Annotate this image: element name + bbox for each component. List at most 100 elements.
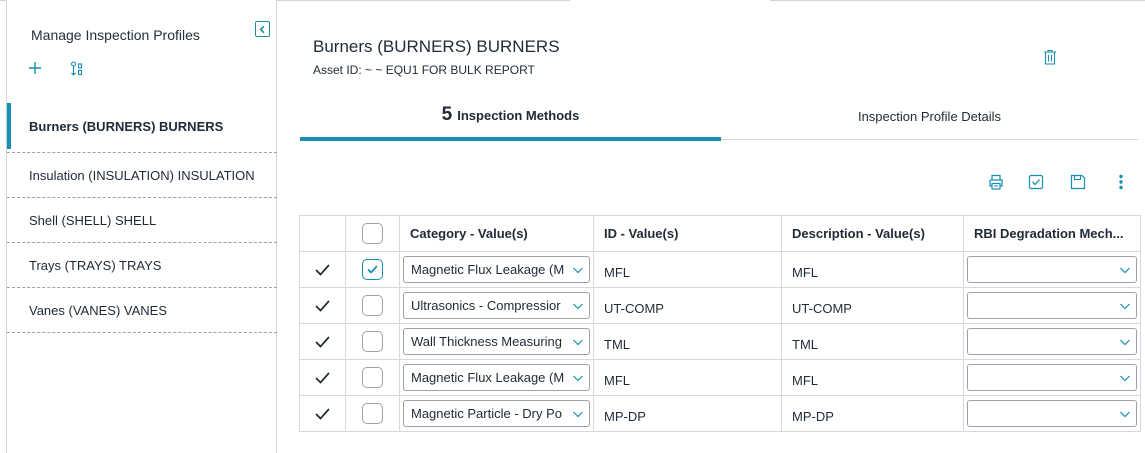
category-cell: Magnetic Particle - Dry Po [399,395,594,432]
profile-item-label: Insulation (INSULATION) INSULATION [29,167,255,183]
description-cell: TML [781,323,964,360]
id-cell: UT-COMP [593,287,782,324]
rbi-select[interactable] [967,364,1137,391]
category-select[interactable]: Ultrasonics - Compressior [403,292,590,319]
category-value: Wall Thickness Measuring [411,334,562,349]
category-cell: Wall Thickness Measuring [399,323,594,360]
tab-label: Inspection Methods [457,107,580,123]
category-cell: Ultrasonics - Compressior [399,287,594,324]
column-header-category[interactable]: Category - Value(s) [399,215,594,252]
profile-item-trays[interactable]: Trays (TRAYS) TRAYS [7,243,277,288]
rbi-cell [963,359,1141,396]
rbi-cell [963,287,1141,324]
description-cell: MP-DP [781,395,964,432]
chevron-down-icon [1120,303,1130,310]
status-cell [299,395,346,432]
tab-count: 5 [441,104,453,125]
top-divider [770,0,1145,1]
row-checkbox[interactable] [362,295,383,316]
checkmark-icon [315,300,330,312]
status-cell [299,359,346,396]
table-row: Magnetic Flux Leakage (M MFL MFL [299,251,1141,288]
checkmark-icon [315,372,330,384]
sort-icon[interactable] [70,61,84,77]
column-header-id[interactable]: ID - Value(s) [593,215,782,252]
id-cell: MFL [593,359,782,396]
column-header-rbi[interactable]: RBI Degradation Mech... [963,215,1141,252]
row-checkbox[interactable] [362,331,383,352]
inspection-methods-table: Category - Value(s) ID - Value(s) Descri… [299,215,1141,432]
profile-item-shell[interactable]: Shell (SHELL) SHELL [7,198,277,243]
category-value: Magnetic Flux Leakage (M [411,262,565,277]
check-all-icon[interactable] [1028,174,1044,190]
chevron-down-icon [1120,339,1130,346]
profile-item-label: Trays (TRAYS) TRAYS [29,257,162,273]
category-select[interactable]: Magnetic Particle - Dry Po [403,400,590,427]
print-icon[interactable] [988,174,1004,190]
id-cell: MP-DP [593,395,782,432]
rbi-select[interactable] [967,328,1137,355]
checkmark-icon [315,408,330,420]
select-cell [345,287,400,324]
chevron-down-icon [1120,267,1130,274]
trash-icon[interactable] [1043,49,1057,65]
tab-label: Inspection Profile Details [857,109,1002,124]
category-value: Magnetic Flux Leakage (M [411,370,565,385]
chevron-down-icon [1120,375,1130,382]
column-header-description[interactable]: Description - Value(s) [781,215,964,252]
rbi-select[interactable] [967,256,1137,283]
select-all-checkbox[interactable] [362,223,383,244]
asset-id: Asset ID: ~ ~ EQU1 FOR BULK REPORT [313,63,535,77]
profile-item-label: Vanes (VANES) VANES [29,302,167,318]
category-cell: Magnetic Flux Leakage (M [399,251,594,288]
status-cell [299,287,346,324]
table-row: Magnetic Particle - Dry Po MP-DP MP-DP [299,395,1141,432]
profile-item-burners[interactable]: Burners (BURNERS) BURNERS [7,100,277,153]
table-row: Ultrasonics - Compressior UT-COMP UT-COM… [299,287,1141,324]
description-cell: MFL [781,251,964,288]
category-select[interactable]: Magnetic Flux Leakage (M [403,256,590,283]
chevron-down-icon [573,339,583,346]
chevron-down-icon [573,375,583,382]
rbi-select[interactable] [967,400,1137,427]
category-select[interactable]: Wall Thickness Measuring [403,328,590,355]
table-header-row: Category - Value(s) ID - Value(s) Descri… [299,215,1141,252]
rbi-cell [963,323,1141,360]
sidebar-title: Manage Inspection Profiles [31,27,200,43]
chevron-down-icon [1120,411,1130,418]
category-select[interactable]: Magnetic Flux Leakage (M [403,364,590,391]
description-cell: MFL [781,359,964,396]
tab-inspection-methods[interactable]: 5 Inspection Methods [300,93,721,141]
status-column-header [299,215,346,252]
row-checkbox[interactable] [362,259,383,280]
status-cell [299,323,346,360]
category-value: Magnetic Particle - Dry Po [411,406,562,421]
more-icon[interactable] [1113,174,1129,190]
profile-item-insulation[interactable]: Insulation (INSULATION) INSULATION [7,153,277,198]
checkmark-icon [315,264,330,276]
collapse-sidebar-button[interactable] [255,21,270,37]
page-title: Burners (BURNERS) BURNERS [313,37,560,56]
table-row: Magnetic Flux Leakage (M MFL MFL [299,359,1141,396]
select-cell [345,251,400,288]
profile-item-label: Shell (SHELL) SHELL [29,212,157,228]
select-cell [345,359,400,396]
add-icon[interactable] [28,61,42,75]
profile-item-vanes[interactable]: Vanes (VANES) VANES [7,288,277,333]
select-cell [345,395,400,432]
category-value: Ultrasonics - Compressior [411,298,561,313]
tab-inspection-profile-details[interactable]: Inspection Profile Details [721,94,1138,140]
id-cell: TML [593,323,782,360]
checkmark-icon [315,336,330,348]
select-all-column-header [345,215,400,252]
save-icon[interactable] [1070,174,1086,190]
rbi-cell [963,251,1141,288]
chevron-down-icon [573,411,583,418]
row-checkbox[interactable] [362,367,383,388]
select-cell [345,323,400,360]
rbi-select[interactable] [967,292,1137,319]
description-cell: UT-COMP [781,287,964,324]
chevron-down-icon [573,303,583,310]
chevron-down-icon [573,267,583,274]
row-checkbox[interactable] [362,403,383,424]
